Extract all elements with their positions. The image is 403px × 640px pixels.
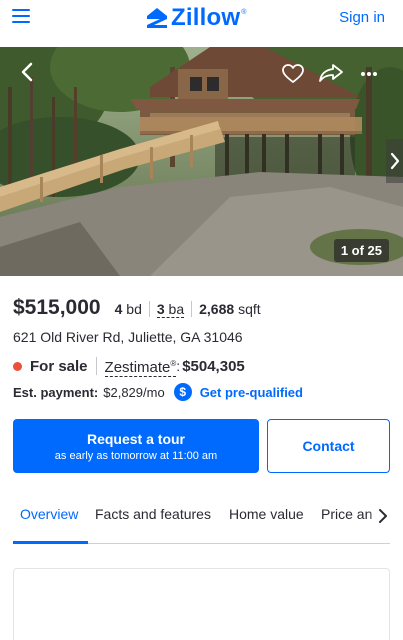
sqft-fact: 2,688 sqft	[191, 301, 268, 317]
status-divider	[95, 357, 97, 375]
sign-in-link[interactable]: Sign in	[339, 9, 385, 26]
tab-scroll-right-icon[interactable]	[378, 508, 388, 524]
beds-value: 4	[114, 301, 123, 317]
status-row: For sale Zestimate®: $504,305	[13, 355, 245, 377]
listing-photo-carousel[interactable]: 1 of 25	[0, 47, 403, 276]
zillow-logo-icon	[147, 8, 167, 28]
tab-home-value[interactable]: Home value	[229, 506, 304, 522]
baths-unit: ba	[168, 301, 185, 317]
photo-counter: 1 of 25	[333, 239, 389, 262]
request-tour-label: Request a tour	[86, 431, 185, 447]
beds-fact: 4 bd	[101, 301, 149, 317]
baths-value: 3	[156, 301, 165, 317]
heart-icon[interactable]	[282, 64, 304, 84]
tab-price-and-tax-history[interactable]: Price an	[321, 506, 372, 522]
contact-button[interactable]: Contact	[267, 419, 390, 473]
overview-card	[13, 568, 390, 640]
get-prequalified-link[interactable]: Get pre-qualified	[200, 385, 303, 400]
zillow-logo[interactable]: Zillow ®	[146, 3, 246, 33]
tab-facts-and-features[interactable]: Facts and features	[95, 506, 211, 522]
price-facts-row: $515,000 4 bd 3 ba 2,688 sqft	[13, 296, 268, 320]
zestimate-value: $504,305	[182, 357, 245, 375]
more-icon[interactable]	[360, 71, 378, 77]
logo-text: Zillow	[171, 4, 241, 31]
logo-registered-mark: ®	[241, 8, 247, 16]
chevron-right-icon	[390, 152, 400, 170]
tab-overview[interactable]: Overview	[20, 506, 78, 522]
sqft-unit: sqft	[238, 301, 261, 317]
dollar-icon[interactable]: $	[173, 383, 192, 401]
listing-price: $515,000	[13, 296, 101, 319]
request-tour-sublabel: as early as tomorrow at 11:00 am	[54, 450, 218, 462]
payment-row: Est. payment: $2,829/mo $ Get pre-qualif…	[13, 383, 303, 401]
for-sale-status-dot-icon	[13, 361, 22, 371]
listing-address: 621 Old River Rd, Juliette, GA 31046	[13, 329, 243, 345]
payment-value: $2,829/mo	[103, 384, 165, 400]
zestimate-link[interactable]: Zestimate®	[104, 355, 177, 377]
next-photo-button[interactable]	[386, 139, 403, 183]
request-tour-button[interactable]: Request a tour as early as tomorrow at 1…	[13, 419, 259, 473]
baths-fact[interactable]: 3 ba	[148, 301, 191, 318]
sqft-value: 2,688	[199, 301, 235, 317]
chevron-left-icon[interactable]	[20, 62, 34, 82]
beds-unit: bd	[126, 301, 142, 317]
status-label: For sale	[30, 357, 88, 375]
share-icon[interactable]	[319, 64, 343, 82]
zestimate-colon: :	[176, 358, 181, 374]
section-tabs: Overview Facts and features Home value P…	[0, 497, 403, 545]
payment-label: Est. payment:	[13, 384, 99, 400]
top-header: Zillow ® Sign in	[0, 0, 403, 44]
zestimate-label: Zestimate	[104, 359, 171, 376]
hamburger-menu-icon[interactable]	[12, 8, 32, 26]
active-tab-indicator	[13, 541, 88, 544]
